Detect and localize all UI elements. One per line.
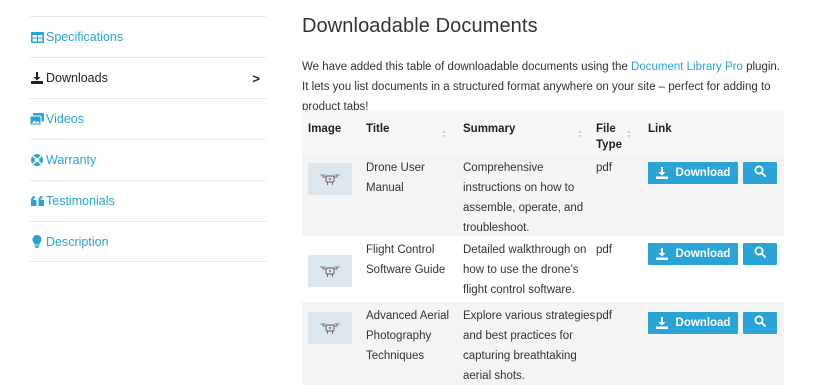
table-row: Advanced Aerial Photography Techniques E… — [302, 302, 784, 386]
download-label: Download — [675, 248, 731, 260]
document-title[interactable]: Drone User Manual — [366, 158, 425, 198]
summary-line: assemble, operate, and — [463, 202, 584, 214]
document-title[interactable]: Flight Control Software Guide — [366, 240, 445, 280]
tab-label: Warranty — [46, 153, 97, 167]
table-icon — [30, 31, 44, 44]
intro-before: We have added this table of downloadable… — [302, 61, 632, 73]
title-line: Advanced Aerial — [366, 310, 450, 322]
summary-line: and best practices for — [463, 330, 573, 342]
title-line: Software Guide — [366, 264, 446, 276]
download-icon — [655, 167, 668, 179]
search-icon — [754, 245, 766, 263]
download-icon — [30, 72, 44, 85]
preview-button[interactable] — [743, 312, 777, 334]
lightbulb-icon — [30, 235, 44, 248]
title-line: Manual — [366, 182, 404, 194]
tab-label: Downloads — [46, 71, 108, 85]
document-summary: Explore various strategies and best prac… — [463, 306, 595, 386]
summary-line: flight control software. — [463, 284, 575, 296]
summary-line: capturing breathtaking — [463, 350, 577, 362]
document-summary: Comprehensive instructions on how to ass… — [463, 158, 583, 238]
summary-line: Explore various strategies — [463, 310, 596, 322]
drone-thumbnail-image — [308, 312, 352, 344]
search-icon — [754, 164, 766, 182]
summary-line: aerial shots. — [463, 370, 526, 382]
header-title[interactable]: Title — [366, 121, 389, 137]
title-line: Flight Control — [366, 244, 435, 256]
download-button[interactable]: Download — [648, 162, 738, 184]
table-row: Drone User Manual Comprehensive instruct… — [302, 155, 784, 237]
document-summary: Detailed walkthrough on how to use the d… — [463, 240, 586, 300]
summary-line: how to use the drone’s — [463, 264, 579, 276]
header-file-type-line2: Type — [596, 139, 622, 151]
tab-warranty[interactable]: Warranty — [30, 139, 266, 180]
tab-label: Videos — [46, 112, 84, 126]
title-line: Techniques — [366, 350, 425, 362]
tabs-sidebar: Specifications Downloads > Videos Warran… — [30, 16, 266, 262]
header-image: Image — [308, 123, 342, 135]
download-label: Download — [675, 317, 731, 329]
summary-line: instructions on how to — [463, 182, 575, 194]
document-library-pro-link[interactable]: Document Library Pro — [631, 61, 743, 73]
preview-button[interactable] — [743, 243, 777, 265]
summary-line: troubleshoot. — [463, 222, 530, 234]
summary-line: Comprehensive — [463, 162, 544, 174]
quote-icon — [30, 195, 44, 208]
document-title[interactable]: Advanced Aerial Photography Techniques — [366, 306, 449, 366]
tab-label: Specifications — [46, 30, 124, 44]
file-type: pdf — [596, 162, 612, 174]
title-line: Photography — [366, 330, 432, 342]
tab-description[interactable]: Description — [30, 221, 266, 262]
header-summary[interactable]: Summary — [463, 121, 515, 137]
intro-text: We have added this table of downloadable… — [302, 57, 788, 117]
lifebuoy-icon — [30, 154, 44, 167]
table-row: Flight Control Software Guide Detailed w… — [302, 237, 784, 302]
tab-label: Testimonials — [46, 194, 115, 208]
header-file-type[interactable]: File Type — [596, 121, 622, 153]
tab-specifications[interactable]: Specifications — [30, 16, 266, 57]
download-icon — [655, 248, 668, 260]
search-icon — [754, 314, 766, 332]
images-icon — [30, 113, 44, 126]
header-file-type-line1: File — [596, 123, 616, 135]
tab-label: Description — [46, 234, 109, 249]
tab-videos[interactable]: Videos — [30, 98, 266, 139]
title-line: Drone User — [366, 162, 425, 174]
drone-thumbnail-image — [308, 163, 352, 195]
documents-table: Image Title Summary File Type Link Drone … — [302, 110, 784, 386]
tab-testimonials[interactable]: Testimonials — [30, 180, 266, 221]
table-header: Image Title Summary File Type Link — [302, 110, 784, 155]
header-link: Link — [648, 123, 672, 135]
file-type: pdf — [596, 244, 612, 256]
download-label: Download — [675, 167, 731, 179]
download-icon — [655, 317, 668, 329]
summary-line: Detailed walkthrough on — [463, 244, 587, 256]
drone-thumbnail-image — [308, 255, 352, 287]
download-button[interactable]: Download — [648, 312, 738, 334]
file-type: pdf — [596, 310, 612, 322]
tab-downloads[interactable]: Downloads > — [30, 57, 266, 98]
preview-button[interactable] — [743, 162, 777, 184]
chevron-right-icon: > — [252, 71, 260, 86]
download-button[interactable]: Download — [648, 243, 738, 265]
page-title: Downloadable Documents — [302, 15, 538, 37]
